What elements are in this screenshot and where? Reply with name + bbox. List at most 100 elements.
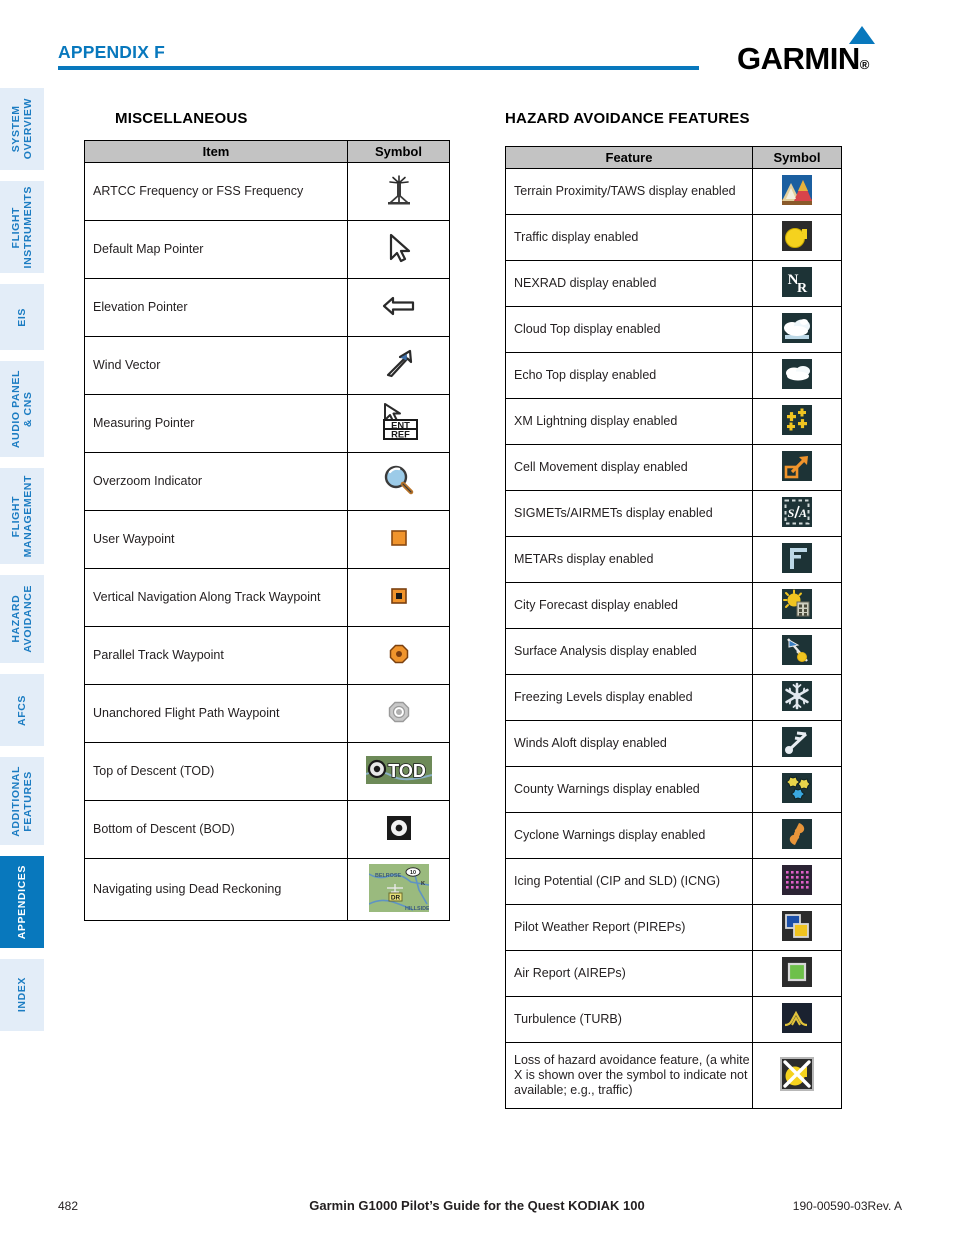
row-symbol-cell	[347, 568, 450, 627]
row-label: Echo Top display enabled	[505, 352, 753, 399]
freezing-levels-icon	[782, 681, 812, 711]
unanchored-flight-path-waypoint-icon	[388, 701, 410, 723]
row-symbol-cell: BELROSE HILLSIDE K 10 DR	[347, 858, 450, 921]
row-symbol-cell	[752, 812, 842, 859]
garmin-logo: GARMIN®	[737, 26, 899, 76]
row-label: Air Report (AIREPs)	[505, 950, 753, 997]
table-row: ARTCC Frequency or FSS Frequency	[84, 162, 450, 221]
registered-mark: ®	[859, 57, 870, 72]
svg-text:K: K	[421, 881, 425, 887]
sidebar-item-label: AUDIO PANEL & CNS	[10, 369, 34, 449]
table-row: Cyclone Warnings display enabled	[505, 812, 842, 859]
row-label: Icing Potential (CIP and SLD) (ICNG)	[505, 858, 753, 905]
top-of-descent-icon: TOD	[365, 756, 432, 784]
table-row: Cloud Top display enabled	[505, 306, 842, 353]
table-row: Wind Vector	[84, 336, 450, 395]
row-label: NEXRAD display enabled	[505, 260, 753, 307]
row-symbol-cell: SA	[752, 490, 842, 537]
row-label: County Warnings display enabled	[505, 766, 753, 813]
table-row: Parallel Track Waypoint	[84, 626, 450, 685]
sidebar-item-flight-instruments[interactable]: FLIGHT INSTRUMENTS	[0, 181, 44, 273]
table-row: Unanchored Flight Path Waypoint	[84, 684, 450, 743]
cyclone-warnings-icon	[782, 819, 812, 849]
table-row: Turbulence (TURB)	[505, 996, 842, 1043]
parallel-track-waypoint-icon	[389, 644, 409, 664]
row-symbol-cell	[752, 950, 842, 997]
sidebar-item-label: ADDITIONAL FEATURES	[10, 765, 34, 837]
sidebar-item-system-overview[interactable]: SYSTEM OVERVIEW	[0, 88, 44, 170]
sidebar-item-hazard-avoidance[interactable]: HAZARD AVOIDANCE	[0, 575, 44, 663]
header-rule	[58, 66, 699, 70]
row-label: Vertical Navigation Along Track Waypoint	[84, 568, 348, 627]
svg-text:TOD: TOD	[388, 761, 426, 781]
page-title: APPENDIX F	[58, 42, 166, 62]
sidebar-item-index[interactable]: INDEX	[0, 959, 44, 1031]
row-symbol-cell	[347, 278, 450, 337]
turbulence-icon	[782, 1003, 812, 1033]
artcc-fss-frequency-icon	[384, 174, 414, 206]
table-row: Surface Analysis display enabled	[505, 628, 842, 675]
row-label: Terrain Proximity/TAWS display enabled	[505, 168, 753, 215]
sidebar-item-eis[interactable]: EIS	[0, 284, 44, 350]
row-symbol-cell	[752, 628, 842, 675]
winds-aloft-icon	[782, 727, 812, 757]
row-symbol-cell	[347, 452, 450, 511]
metar-icon	[782, 543, 812, 573]
row-label: METARs display enabled	[505, 536, 753, 583]
row-label: Cell Movement display enabled	[505, 444, 753, 491]
row-symbol-cell	[752, 168, 842, 215]
table-row: County Warnings display enabled	[505, 766, 842, 813]
table-row: Bottom of Descent (BOD)	[84, 800, 450, 859]
table-row: Top of Descent (TOD) TOD	[84, 742, 450, 801]
row-label: Parallel Track Waypoint	[84, 626, 348, 685]
table-row: Traffic display enabled	[505, 214, 842, 261]
row-symbol-cell	[347, 626, 450, 685]
county-warnings-icon	[782, 773, 812, 803]
footer-part-number: 190-00590-03	[792, 1199, 868, 1213]
row-symbol-cell	[752, 582, 842, 629]
measuring-pointer-icon: ENT REF	[377, 403, 421, 441]
city-forecast-icon	[782, 589, 812, 619]
table-row: Navigating using Dead Reckoning BELROSE HI…	[84, 858, 450, 921]
sidebar-item-label: SYSTEM OVERVIEW	[10, 98, 34, 160]
row-label: Wind Vector	[84, 336, 348, 395]
hazard-section-title: HAZARD AVOIDANCE FEATURES	[505, 110, 750, 127]
svg-text:BELROSE: BELROSE	[375, 873, 401, 879]
table-row: SIGMETs/AIRMETs display enabled S A	[505, 490, 842, 537]
table-row: NEXRAD display enabled N R	[505, 260, 842, 307]
row-label: User Waypoint	[84, 510, 348, 569]
sidebar-item-label: APPENDICES	[16, 864, 28, 940]
table-row: Elevation Pointer	[84, 278, 450, 337]
wind-vector-icon	[384, 349, 414, 379]
terrain-taws-icon	[782, 175, 812, 205]
table-header-row: Feature Symbol	[505, 146, 842, 169]
row-label: City Forecast display enabled	[505, 582, 753, 629]
sidebar-item-label: EIS	[16, 307, 28, 327]
sidebar-item-appendices[interactable]: APPENDICES	[0, 856, 44, 948]
table-row: Echo Top display enabled	[505, 352, 842, 399]
misc-section-title: MISCELLANEOUS	[115, 110, 248, 127]
surface-analysis-icon	[782, 635, 812, 665]
table-header-row: Item Symbol	[84, 140, 450, 163]
row-symbol-cell	[752, 720, 842, 767]
row-label: Measuring Pointer	[84, 394, 348, 453]
sidebar-item-flight-management[interactable]: FLIGHT MANAGEMENT	[0, 468, 44, 564]
cell-movement-icon	[782, 451, 812, 481]
row-symbol-cell	[752, 1042, 842, 1109]
row-label: SIGMETs/AIRMETs display enabled	[505, 490, 753, 537]
row-label: Overzoom Indicator	[84, 452, 348, 511]
table-row: Winds Aloft display enabled	[505, 720, 842, 767]
table-row: Air Report (AIREPs)	[505, 950, 842, 997]
sidebar-item-additional-features[interactable]: ADDITIONAL FEATURES	[0, 757, 44, 845]
row-label: Bottom of Descent (BOD)	[84, 800, 348, 859]
svg-text:HILLSIDE: HILLSIDE	[405, 906, 429, 912]
table-row: Overzoom Indicator	[84, 452, 450, 511]
sidebar-item-audio-panel-cns[interactable]: AUDIO PANEL & CNS	[0, 361, 44, 457]
loss-of-feature-icon	[779, 1056, 815, 1092]
row-symbol-cell	[752, 214, 842, 261]
column-header-symbol: Symbol	[347, 140, 450, 163]
dead-reckoning-map-icon: BELROSE HILLSIDE K 10 DR	[368, 864, 429, 912]
echo-top-icon	[782, 359, 812, 389]
sidebar-item-afcs[interactable]: AFCS	[0, 674, 44, 746]
row-symbol-cell	[347, 336, 450, 395]
